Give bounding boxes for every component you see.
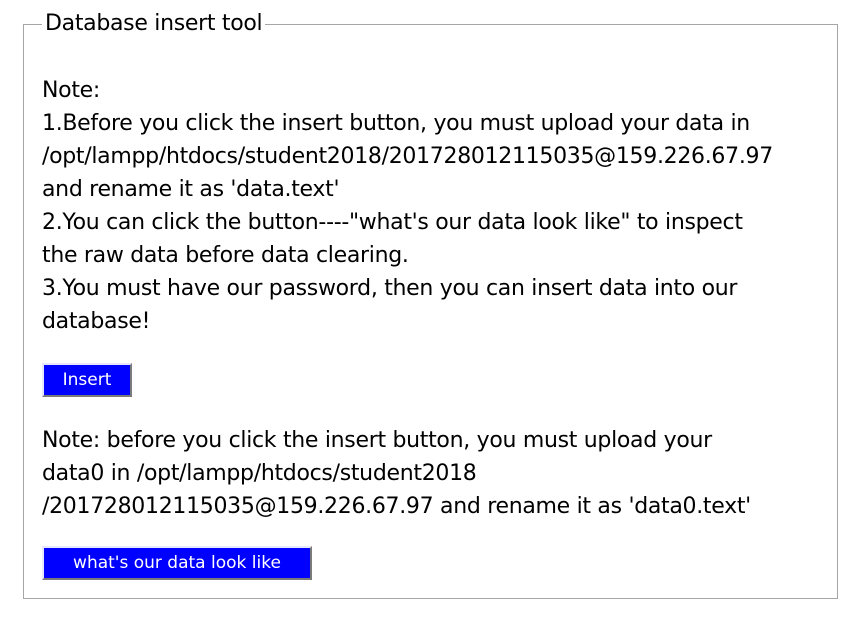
note-line: /opt/lampp/htdocs/student2018/2017280121…	[42, 144, 773, 169]
view-data-button[interactable]: what's our data look like	[42, 546, 312, 580]
note-line: Note: before you click the insert button…	[42, 428, 712, 453]
note-line: 1.Before you click the insert button, yo…	[42, 111, 750, 136]
upload-note: Note: before you click the insert button…	[42, 424, 822, 523]
note-line: database!	[42, 309, 151, 334]
note-line: the raw data before data clearing.	[42, 243, 409, 268]
database-insert-fieldset: Database insert tool Note: 1.Before you …	[23, 11, 838, 599]
fieldset-legend: Database insert tool	[42, 11, 266, 37]
note-line: and rename it as 'data.text'	[42, 177, 340, 202]
note-line: 2.You can click the button----"what's ou…	[42, 210, 743, 235]
insert-button[interactable]: Insert	[42, 363, 132, 397]
note-line: 3.You must have our password, then you c…	[42, 276, 738, 301]
note-line: /201728012115035@159.226.67.97 and renam…	[42, 494, 751, 519]
note-line: data0 in /opt/lampp/htdocs/student2018	[42, 461, 477, 486]
note-line: Note:	[42, 78, 100, 103]
instructions-note: Note: 1.Before you click the insert butt…	[42, 74, 822, 338]
